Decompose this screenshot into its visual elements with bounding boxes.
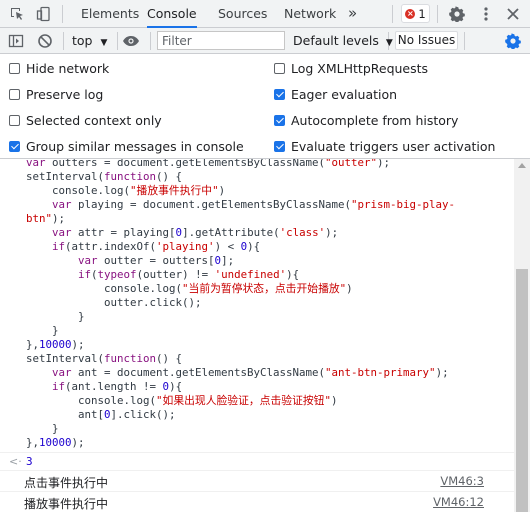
context-selector[interactable]: top ▼	[72, 33, 107, 48]
setting-label: Selected context only	[26, 113, 162, 128]
setting-label: Eager evaluation	[291, 87, 398, 102]
setting-label: Log XMLHttpRequests	[291, 61, 429, 76]
context-label: top	[72, 33, 93, 48]
log-text: 点击事件执行中	[24, 476, 109, 490]
result-arrow-icon: <·	[9, 455, 22, 468]
setting-autocomplete-history[interactable]: Autocomplete from history	[274, 113, 458, 128]
log-message: 播放事件执行中 VM46:12	[0, 492, 514, 512]
checkbox[interactable]	[9, 141, 20, 152]
checkbox[interactable]	[274, 115, 285, 126]
separator	[464, 32, 465, 50]
checkbox[interactable]	[274, 89, 285, 100]
separator	[63, 32, 64, 50]
result-value: 3	[26, 455, 33, 468]
separator	[392, 5, 393, 23]
code-block: var outters = document.getElementsByClas…	[26, 159, 456, 449]
setting-group-similar[interactable]: Group similar messages in console	[9, 139, 244, 154]
setting-hide-network[interactable]: Hide network	[9, 61, 109, 76]
setting-selected-context-only[interactable]: Selected context only	[9, 113, 162, 128]
separator	[62, 5, 63, 23]
checkbox[interactable]	[274, 141, 285, 152]
more-vert-icon[interactable]	[476, 4, 496, 24]
filter-input[interactable]	[157, 31, 285, 50]
tab-sources[interactable]: Sources	[218, 0, 267, 27]
inspect-icon[interactable]	[7, 4, 27, 24]
devtools-tabbar: Elements Console Sources Network » × 1	[0, 0, 530, 28]
log-message: 点击事件执行中 VM46:3	[0, 471, 514, 492]
clear-console-icon[interactable]	[35, 31, 55, 51]
separator	[150, 32, 151, 50]
device-toggle-icon[interactable]	[34, 4, 54, 24]
log-source-link[interactable]: VM46:3	[440, 474, 484, 488]
issues-button[interactable]: No Issues	[395, 31, 458, 50]
log-source-link[interactable]: VM46:12	[433, 495, 484, 509]
error-icon: ×	[405, 8, 416, 19]
setting-label: Hide network	[26, 61, 110, 76]
setting-eager-evaluation[interactable]: Eager evaluation	[274, 87, 397, 102]
separator	[117, 32, 118, 50]
console-result: <· 3	[0, 453, 514, 471]
setting-label: Preserve log	[26, 87, 104, 102]
setting-evaluate-triggers[interactable]: Evaluate triggers user activation	[274, 139, 495, 154]
console-output[interactable]: var outters = document.getElementsByClas…	[0, 159, 514, 512]
error-count-badge[interactable]: × 1	[401, 4, 430, 23]
console-input-echo: var outters = document.getElementsByClas…	[0, 159, 514, 453]
more-tabs-button[interactable]: »	[348, 0, 357, 27]
tab-console[interactable]: Console	[147, 0, 197, 28]
sidebar-toggle-icon[interactable]	[6, 31, 26, 51]
checkbox[interactable]	[274, 63, 285, 74]
scrollbar-thumb[interactable]	[516, 269, 528, 512]
error-count: 1	[418, 6, 426, 21]
console-scrollbar[interactable]	[514, 159, 530, 512]
gear-icon[interactable]	[447, 4, 467, 24]
log-levels-label: Default levels	[293, 33, 379, 48]
separator	[437, 5, 438, 23]
checkbox[interactable]	[9, 115, 20, 126]
close-icon[interactable]	[503, 4, 523, 24]
eye-icon[interactable]	[121, 31, 141, 51]
checkbox[interactable]	[9, 89, 20, 100]
chevron-down-icon: ▼	[385, 38, 393, 48]
chevron-down-icon: ▼	[100, 38, 108, 48]
log-text: 播放事件执行中	[24, 497, 109, 511]
setting-log-xmlhttprequests[interactable]: Log XMLHttpRequests	[274, 61, 428, 76]
setting-label: Autocomplete from history	[291, 113, 459, 128]
setting-label: Evaluate triggers user activation	[291, 139, 496, 154]
checkbox[interactable]	[9, 63, 20, 74]
setting-preserve-log[interactable]: Preserve log	[9, 87, 103, 102]
console-settings-icon[interactable]	[503, 31, 523, 51]
tab-network[interactable]: Network	[284, 0, 336, 27]
scroll-up-icon[interactable]	[518, 163, 526, 168]
log-levels-dropdown[interactable]: Default levels ▼	[293, 33, 393, 48]
console-settings-panel: Hide network Preserve log Selected conte…	[0, 55, 530, 159]
setting-label: Group similar messages in console	[26, 139, 244, 154]
tab-elements[interactable]: Elements	[81, 0, 139, 27]
